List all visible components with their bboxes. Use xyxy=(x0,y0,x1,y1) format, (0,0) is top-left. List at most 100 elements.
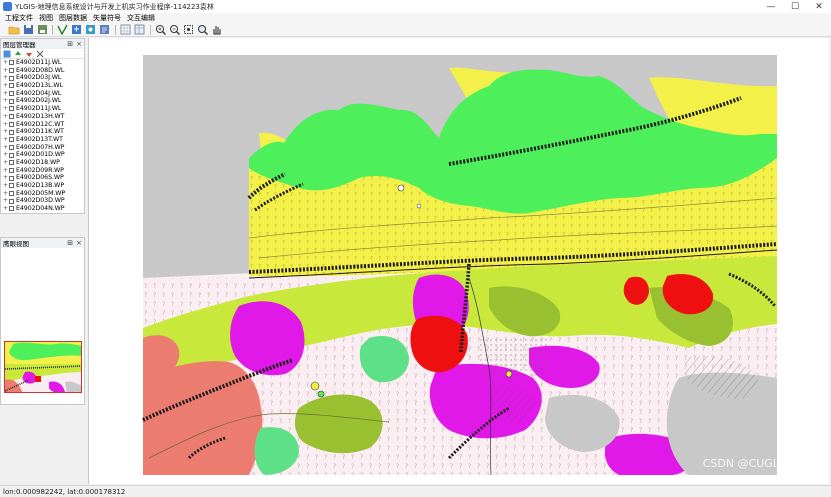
layer-visibility-checkbox[interactable] xyxy=(9,167,14,173)
layer-delete-icon[interactable] xyxy=(36,50,44,58)
zoom-in-icon[interactable] xyxy=(155,24,167,36)
layer-visibility-checkbox[interactable] xyxy=(9,198,14,204)
toolbar-separator xyxy=(52,24,53,35)
layer-name: E4902D02J.WL xyxy=(16,97,62,105)
layer-item[interactable]: + E4902D11J.WL xyxy=(3,105,84,113)
layer-visibility-checkbox[interactable] xyxy=(9,152,14,158)
menu-vector-symbol[interactable]: 矢量符号 xyxy=(90,13,124,23)
menu-view[interactable]: 视图 xyxy=(36,13,56,23)
layer-list: + E4902D11J.WL + E4902D08D.WL + E4902D03J.WL +… xyxy=(1,59,84,213)
layers-panel-title: 图层管理器 xyxy=(3,41,36,49)
pan-hand-icon[interactable] xyxy=(211,24,223,36)
menu-project[interactable]: 工程文件 xyxy=(2,13,36,23)
layer-item[interactable]: + E4902D13L.WL xyxy=(3,82,84,90)
save-as-icon[interactable] xyxy=(36,24,48,36)
layer-item[interactable]: + E4902D06S.WP xyxy=(3,174,84,182)
layer-item[interactable]: + E4902D09R.WP xyxy=(3,167,84,175)
full-extent-icon[interactable] xyxy=(183,24,195,36)
close-button[interactable]: ✕ xyxy=(807,0,831,13)
layer-visibility-checkbox[interactable] xyxy=(9,183,14,189)
layer-item[interactable]: + E4902D01D.WP xyxy=(3,151,84,159)
layers-panel-header: 图层管理器 ⊞ × xyxy=(1,39,84,49)
layer-visibility-checkbox[interactable] xyxy=(9,83,14,89)
layer-name: E4902D18.WP xyxy=(16,158,60,166)
layer-visibility-checkbox[interactable] xyxy=(9,91,14,97)
layer-item[interactable]: + E4902D07H.WP xyxy=(3,144,84,152)
window-controls: — ☐ ✕ xyxy=(759,0,831,13)
layer-item[interactable]: + E4902D03J.WL xyxy=(3,74,84,82)
menu-interactive-edit[interactable]: 交互编辑 xyxy=(124,13,158,23)
layer-visibility-checkbox[interactable] xyxy=(9,191,14,197)
layer-item[interactable]: + E4902D13H.WT xyxy=(3,113,84,121)
layer-item[interactable]: + E4902D13T.WT xyxy=(3,136,84,144)
geologic-map-canvas[interactable]: ? ? xyxy=(89,38,830,484)
save-icon[interactable] xyxy=(22,24,34,36)
layer-name: E4902D13B.WP xyxy=(16,182,65,189)
layer-item[interactable]: + E4902D04N.WP xyxy=(3,205,84,213)
grid-icon[interactable] xyxy=(120,24,132,36)
app-icon xyxy=(3,2,12,11)
layer-visibility-checkbox[interactable] xyxy=(9,144,14,150)
pin-icon[interactable]: ⊞ xyxy=(67,40,73,48)
layer-item[interactable]: + E4902D13B.WP xyxy=(3,182,84,190)
layer-item[interactable]: + E4902D18.WP xyxy=(3,159,84,167)
layer-visibility-checkbox[interactable] xyxy=(9,75,14,81)
layer-visibility-checkbox[interactable] xyxy=(9,137,14,143)
layer-name: E4902D07H.WP xyxy=(16,143,65,151)
app-window: YLGIS-地理信息系统设计与开发上机实习作业程序-114223袁林 — ☐ ✕… xyxy=(0,0,831,497)
close-icon[interactable]: × xyxy=(76,239,82,247)
layer-name: E4902D09R.WP xyxy=(16,166,64,174)
layer-name: E4902D13T.WT xyxy=(16,135,63,143)
add-layer-icon[interactable] xyxy=(71,24,83,36)
menu-layer-data[interactable]: 图层数据 xyxy=(56,13,90,23)
layer-down-icon[interactable] xyxy=(25,50,33,58)
layer-visibility-checkbox[interactable] xyxy=(9,160,14,166)
zoom-window-icon[interactable] xyxy=(197,24,209,36)
remove-layer-icon[interactable] xyxy=(85,24,97,36)
layer-name: E4902D03D.WP xyxy=(16,197,65,205)
layer-name: E4902D11J.WL xyxy=(16,59,62,66)
overview-map-thumbnail[interactable] xyxy=(4,341,82,393)
layer-name: E4902D05M.WP xyxy=(16,189,66,197)
map-view[interactable]: ? ? xyxy=(88,38,829,484)
layer-visibility-checkbox[interactable] xyxy=(9,60,14,66)
vector-icon[interactable] xyxy=(57,24,69,36)
open-folder-icon[interactable] xyxy=(8,24,20,36)
layer-tools xyxy=(1,49,84,59)
watermark: CSDN @CUGLin xyxy=(702,457,789,470)
layer-visibility-checkbox[interactable] xyxy=(9,98,14,104)
layer-up-icon[interactable] xyxy=(14,50,22,58)
layer-item[interactable]: + E4902D04J.WL xyxy=(3,90,84,98)
pin-icon[interactable]: ⊞ xyxy=(67,239,73,247)
layer-item[interactable]: + E4902D03D.WP xyxy=(3,197,84,205)
layer-visibility-checkbox[interactable] xyxy=(9,106,14,112)
layer-name: E4902D04J.WL xyxy=(16,89,62,97)
table-icon[interactable] xyxy=(134,24,146,36)
close-icon[interactable]: × xyxy=(76,40,82,48)
layer-name: E4902D08D.WL xyxy=(16,66,65,74)
layer-visibility-checkbox[interactable] xyxy=(9,121,14,127)
layer-item[interactable]: + E4902D11K.WT xyxy=(3,128,84,136)
layer-visibility-checkbox[interactable] xyxy=(9,206,14,212)
layer-item[interactable]: + E4902D02J.WL xyxy=(3,97,84,105)
layer-visibility-checkbox[interactable] xyxy=(9,68,14,74)
layer-visibility-checkbox[interactable] xyxy=(9,129,14,135)
zoom-out-icon[interactable] xyxy=(169,24,181,36)
layer-visibility-checkbox[interactable] xyxy=(9,114,14,120)
maximize-button[interactable]: ☐ xyxy=(783,0,807,13)
title-bar: YLGIS-地理信息系统设计与开发上机实习作业程序-114223袁林 — ☐ ✕ xyxy=(0,0,831,13)
layer-add-icon[interactable] xyxy=(3,50,11,58)
layers-panel: 图层管理器 ⊞ × + E4902D11J.WL + E4902D08D.WL + E49… xyxy=(0,38,85,214)
layer-item[interactable]: + E4902D08D.WL xyxy=(3,67,84,75)
layer-props-icon[interactable] xyxy=(99,24,111,36)
layer-item[interactable]: + E4902D05M.WP xyxy=(3,190,84,198)
layer-name: E4902D06S.WP xyxy=(16,174,64,182)
layer-item[interactable]: + E4902D11J.WL xyxy=(3,59,84,67)
layer-name: E4902D11J.WL xyxy=(16,105,62,113)
minimize-button[interactable]: — xyxy=(759,0,783,13)
coordinate-readout: lon:0.000982242, lat:0.000178312 xyxy=(3,487,126,496)
toolbar-separator xyxy=(150,24,151,35)
layer-visibility-checkbox[interactable] xyxy=(9,175,14,181)
layer-name: E4902D11K.WT xyxy=(16,128,64,136)
layer-item[interactable]: + E4902D12C.WT xyxy=(3,121,84,129)
